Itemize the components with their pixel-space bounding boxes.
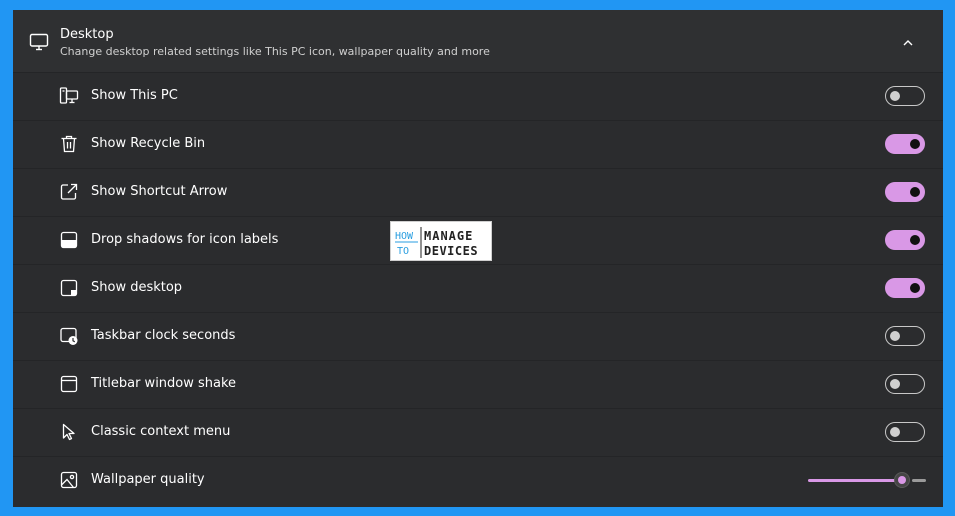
recycle-bin-icon (59, 134, 79, 154)
titlebar-window-shake-toggle[interactable] (885, 374, 925, 394)
logo-text-devices: DEVICES (424, 244, 478, 258)
window-icon (59, 374, 79, 394)
clock-seconds-icon (59, 326, 79, 346)
drop-shadows-toggle[interactable] (885, 230, 925, 250)
taskbar-clock-seconds-toggle[interactable] (885, 326, 925, 346)
setting-label: Titlebar window shake (91, 376, 237, 391)
toggle-knob (890, 379, 900, 389)
this-pc-icon (59, 86, 79, 106)
toggle-knob (890, 331, 900, 341)
shortcut-arrow-icon (59, 182, 79, 202)
logo-text-how: HOW (395, 231, 414, 242)
setting-label: Show Recycle Bin (91, 136, 206, 151)
setting-row-titlebar-window-shake: Titlebar window shake (13, 361, 943, 409)
toggle-knob (910, 283, 920, 293)
chevron-up-icon[interactable] (897, 32, 919, 54)
image-icon (59, 470, 79, 490)
slider-track-remaining (912, 479, 926, 482)
monitor-icon (29, 32, 49, 52)
logo-text-to: TO (397, 246, 409, 257)
slider-thumb[interactable] (894, 472, 910, 488)
section-subtitle: Change desktop related settings like Thi… (60, 45, 490, 58)
drop-shadow-icon (59, 230, 79, 250)
howtomanagedevices-logo: HOW TO MANAGE DEVICES (390, 221, 492, 261)
section-title: Desktop (60, 27, 114, 42)
setting-label: Classic context menu (91, 424, 231, 439)
show-this-pc-toggle[interactable] (885, 86, 925, 106)
setting-row-wallpaper-quality: Wallpaper quality (13, 457, 943, 504)
classic-context-menu-toggle[interactable] (885, 422, 925, 442)
setting-row-show-recycle-bin: Show Recycle Bin (13, 121, 943, 169)
desktop-section-header[interactable]: Desktop Change desktop related settings … (13, 10, 943, 73)
toggle-knob (910, 139, 920, 149)
setting-label: Show This PC (91, 88, 178, 103)
toggle-knob (910, 235, 920, 245)
setting-label: Wallpaper quality (91, 472, 205, 487)
wallpaper-quality-slider[interactable] (808, 470, 926, 490)
toggle-knob (910, 187, 920, 197)
slider-track-filled (808, 479, 896, 482)
setting-row-show-desktop: Show desktop (13, 265, 943, 313)
toggle-knob (890, 427, 900, 437)
setting-label: Drop shadows for icon labels (91, 232, 279, 247)
toggle-knob (890, 91, 900, 101)
setting-row-taskbar-clock-seconds: Taskbar clock seconds (13, 313, 943, 361)
setting-row-show-this-pc: Show This PC (13, 73, 943, 121)
setting-label: Show desktop (91, 280, 183, 295)
setting-label: Taskbar clock seconds (91, 328, 236, 343)
show-recycle-bin-toggle[interactable] (885, 134, 925, 154)
setting-row-classic-context-menu: Classic context menu (13, 409, 943, 457)
setting-label: Show Shortcut Arrow (91, 184, 228, 199)
show-shortcut-arrow-toggle[interactable] (885, 182, 925, 202)
cursor-icon (59, 422, 79, 442)
show-desktop-icon (59, 278, 79, 298)
logo-text-manage: MANAGE (424, 229, 473, 243)
setting-row-show-shortcut-arrow: Show Shortcut Arrow (13, 169, 943, 217)
show-desktop-toggle[interactable] (885, 278, 925, 298)
